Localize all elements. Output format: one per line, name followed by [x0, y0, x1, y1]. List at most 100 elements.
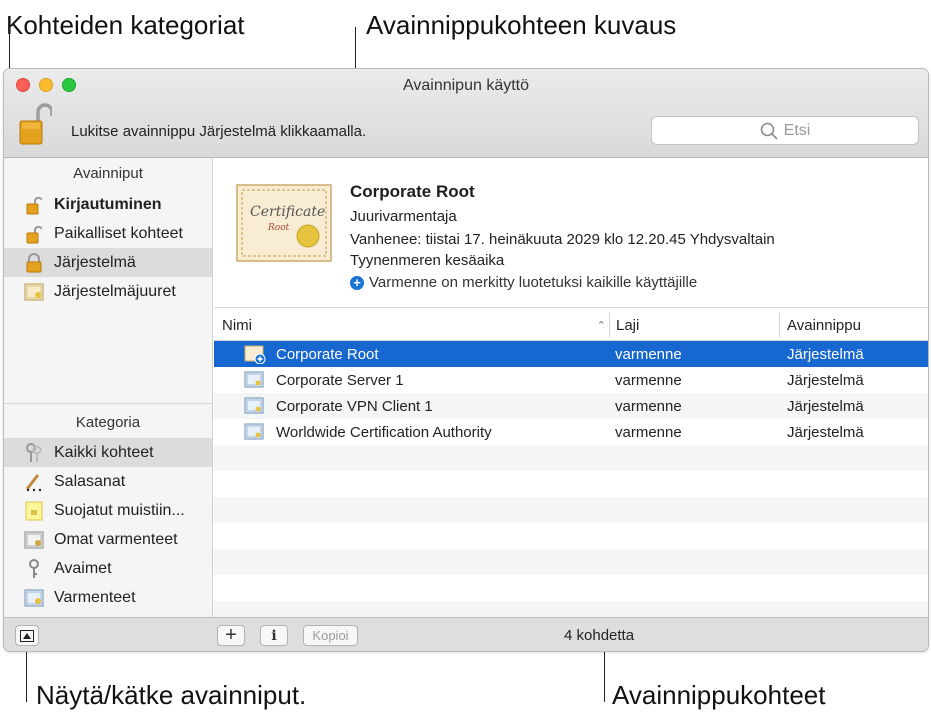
row-kind: varmenne [615, 345, 682, 363]
certificate-word: Certificate [250, 204, 325, 220]
toolbar: Avainnipun käyttö Lukitse avainnippu Jär… [4, 69, 928, 158]
bottom-bar: + i Kopioi 4 kohdetta [4, 617, 928, 651]
certificate-icon [24, 588, 44, 608]
item-kind: Juurivarmentaja [350, 208, 457, 225]
sort-ascending-icon: ⌃ [596, 319, 606, 332]
row-keychain: Järjestelmä [787, 345, 864, 363]
certificate-icon [24, 282, 44, 302]
column-keychain[interactable]: Avainnippu [787, 309, 927, 341]
trusted-plus-icon: + [350, 275, 364, 290]
table-row[interactable]: Worldwide Certification Authority varmen… [214, 419, 928, 445]
trust-text: Varmenne on merkitty luotetuksi kaikille… [369, 274, 698, 291]
row-kind: varmenne [615, 371, 682, 389]
keychain-label: Paikalliset kohteet [54, 224, 183, 242]
empty-row [214, 471, 928, 497]
keychain-label: Järjestelmä [54, 253, 136, 271]
item-description: Certificate Root Corporate Root Juurivar… [214, 158, 928, 308]
all-items-icon [24, 442, 44, 463]
main-pane: Certificate Root Corporate Root Juurivar… [214, 158, 928, 617]
trust-status: + Varmenne on merkitty luotetuksi kaikil… [350, 274, 697, 291]
key-icon [24, 558, 44, 579]
column-name[interactable]: Nimi ⌃ [222, 309, 606, 341]
table-header: Nimi ⌃ Laji Avainnippu [214, 309, 928, 341]
table-row[interactable]: Corporate VPN Client 1 varmenne Järjeste… [214, 393, 928, 419]
keychain-system[interactable]: Järjestelmä [4, 248, 212, 277]
empty-row [214, 523, 928, 549]
empty-row [214, 601, 928, 617]
keychain-local-items[interactable]: Paikalliset kohteet [4, 219, 212, 248]
callout-line-items [604, 651, 605, 702]
certificate-icon [244, 371, 264, 388]
password-icon [24, 472, 44, 492]
category-secure-notes[interactable]: Suojatut muistiin... [4, 496, 212, 525]
item-expiry-line1: Vanhenee: tiistai 17. heinäkuuta 2029 kl… [350, 231, 775, 248]
search-icon [760, 122, 778, 140]
window-title: Avainnipun käyttö [402, 77, 529, 94]
row-keychain: Järjestelmä [787, 371, 864, 389]
callout-item-description: Avainnippukohteen kuvaus [366, 10, 677, 40]
row-name: Worldwide Certification Authority [276, 423, 492, 441]
category-passwords[interactable]: Salasanat [4, 467, 212, 496]
search-field[interactable]: Etsi [651, 116, 919, 145]
toggle-keychains-button[interactable] [15, 625, 39, 646]
empty-row [214, 497, 928, 523]
row-name: Corporate VPN Client 1 [276, 397, 433, 415]
column-keychain-label: Avainnippu [787, 316, 861, 334]
root-certificate-icon [244, 345, 266, 364]
row-icon [244, 419, 266, 445]
callout-show-hide-keychains: Näytä/kätke avainniput. [36, 680, 307, 710]
empty-row [214, 445, 928, 471]
keychains-header: Avainniput [73, 165, 143, 182]
row-keychain: Järjestelmä [787, 397, 864, 415]
table-row[interactable]: Corporate Root varmenne Järjestelmä [214, 341, 928, 367]
unlocked-padlock-icon [19, 103, 54, 145]
column-separator[interactable] [779, 313, 780, 337]
category-keys[interactable]: Avaimet [4, 554, 212, 583]
certificate-subword: Root [267, 223, 290, 233]
certificate-icon: Certificate Root [236, 184, 332, 262]
row-kind: varmenne [615, 397, 682, 415]
column-name-label: Nimi [222, 316, 252, 334]
sidebar-divider[interactable] [4, 403, 212, 404]
my-certificate-icon [24, 530, 44, 550]
category-label: Salasanat [54, 472, 126, 490]
empty-row [214, 575, 928, 601]
certificate-icon [244, 397, 264, 414]
category-label: Kaikki kohteet [54, 443, 154, 461]
column-kind[interactable]: Laji [616, 309, 776, 341]
category-all-items[interactable]: Kaikki kohteet [4, 438, 212, 467]
category-label: Omat varmenteet [54, 530, 178, 548]
category-label: Varmenteet [54, 588, 136, 606]
row-icon [244, 341, 266, 367]
keychain-label: Kirjautuminen [54, 195, 162, 213]
column-separator[interactable] [609, 313, 610, 337]
item-expiry-line2: Tyynenmeren kesäaika [350, 252, 505, 269]
callout-keychain-items: Avainnippukohteet [612, 680, 826, 710]
search-placeholder: Etsi [783, 121, 811, 139]
row-kind: varmenne [615, 423, 682, 441]
category-certificates[interactable]: Varmenteet [4, 583, 212, 612]
copy-button[interactable]: Kopioi [303, 625, 358, 646]
row-keychain: Järjestelmä [787, 423, 864, 441]
category-label: Avaimet [54, 559, 112, 577]
add-item-button[interactable]: + [217, 624, 245, 646]
lock-message: Lukitse avainnippu Järjestelmä klikkaama… [71, 123, 367, 140]
callout-line-toggle [26, 646, 27, 702]
category-header: Kategoria [75, 414, 141, 431]
keychain-login[interactable]: Kirjautuminen [4, 190, 212, 219]
empty-row [214, 549, 928, 575]
row-icon [244, 367, 266, 393]
column-kind-label: Laji [616, 316, 640, 334]
secure-note-icon [24, 501, 44, 521]
sidebar: Avainniput Kirjautuminen Paikalliset koh… [4, 158, 213, 617]
keychain-label: Järjestelmäjuuret [54, 282, 176, 300]
callout-item-categories: Kohteiden kategoriat [6, 10, 245, 40]
category-my-certificates[interactable]: Omat varmenteet [4, 525, 212, 554]
keychain-system-roots[interactable]: Järjestelmäjuuret [4, 277, 212, 306]
category-label: Suojatut muistiin... [54, 501, 185, 519]
get-info-button[interactable]: i [260, 625, 288, 646]
lock-button[interactable] [18, 102, 54, 146]
show-hide-sidebar-icon [20, 629, 34, 642]
table-row[interactable]: Corporate Server 1 varmenne Järjestelmä [214, 367, 928, 393]
unlocked-icon [24, 224, 44, 244]
